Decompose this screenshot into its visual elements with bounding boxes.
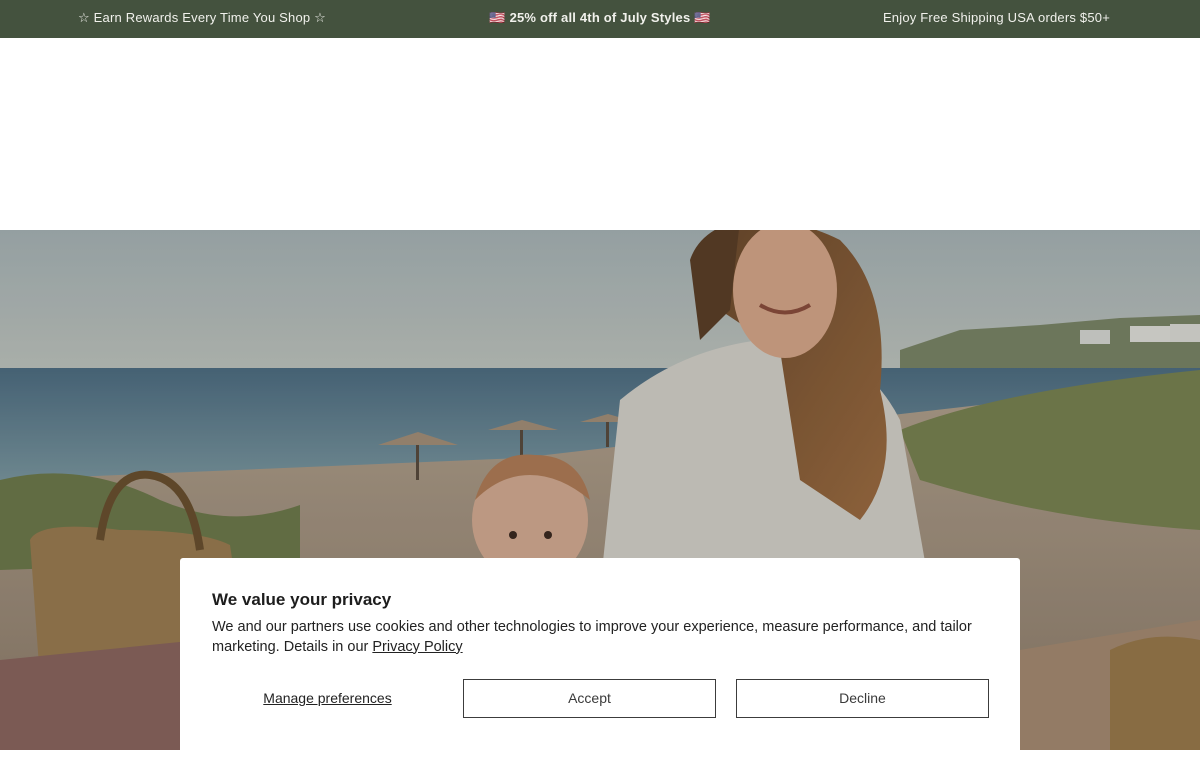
cookie-body: We and our partners use cookies and othe… <box>212 618 982 657</box>
manage-preferences-button[interactable]: Manage preferences <box>212 679 443 718</box>
shipping-announcement[interactable]: Enjoy Free Shipping USA orders $50+ <box>883 0 1110 38</box>
accept-button[interactable]: Accept <box>463 679 716 718</box>
cookie-actions: Manage preferences Accept Decline <box>212 679 989 718</box>
cookie-title: We value your privacy <box>212 590 392 609</box>
announcement-bar: ☆ Earn Rewards Every Time You Shop ☆ 🇺🇸 … <box>0 0 1200 38</box>
decline-button[interactable]: Decline <box>736 679 989 718</box>
cookie-body-text: We and our partners use cookies and othe… <box>212 619 972 655</box>
cookie-consent-dialog: We value your privacy We and our partner… <box>180 558 1020 758</box>
privacy-policy-link[interactable]: Privacy Policy <box>372 639 462 655</box>
site-header <box>0 38 1200 230</box>
